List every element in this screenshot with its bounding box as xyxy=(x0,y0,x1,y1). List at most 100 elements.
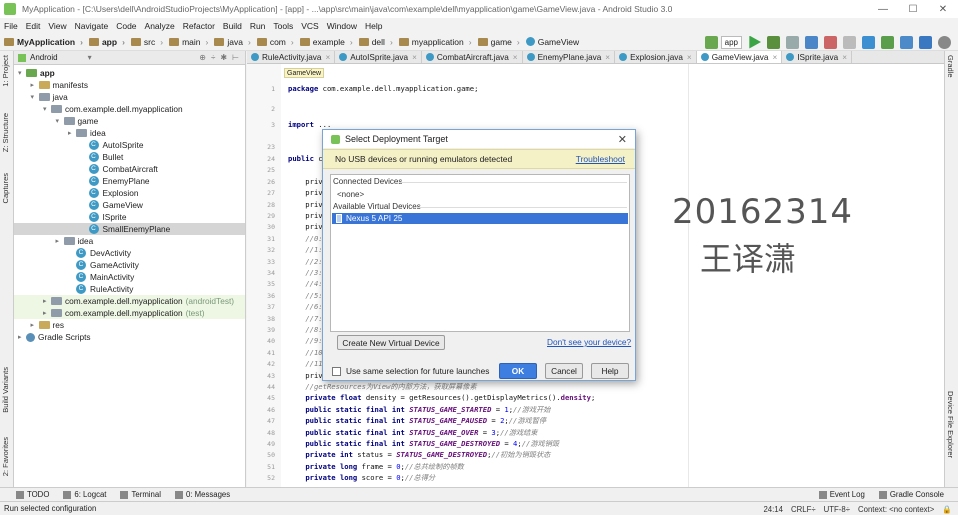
tree-item-manifests[interactable]: ▸ manifests xyxy=(31,79,247,91)
menu-item-vcs[interactable]: VCS xyxy=(301,21,318,31)
close-icon[interactable]: × xyxy=(687,53,692,62)
menu-item-help[interactable]: Help xyxy=(365,21,382,31)
close-icon[interactable]: × xyxy=(412,53,417,62)
expand-arrow-icon[interactable]: ▾ xyxy=(56,117,64,125)
tool-window-event-log[interactable]: Event Log xyxy=(818,490,865,499)
collapse-arrow-icon[interactable]: ▸ xyxy=(18,333,26,341)
expand-arrow-icon[interactable]: ▾ xyxy=(18,69,26,77)
device-file-explorer-tab[interactable]: Device File Explorer xyxy=(946,391,955,458)
tab-ruleactivity-java[interactable]: RuleActivity.java × xyxy=(247,51,336,63)
search-icon[interactable] xyxy=(938,35,951,49)
collapse-arrow-icon[interactable]: ▸ xyxy=(31,81,39,89)
file-encoding[interactable]: UTF-8÷ xyxy=(824,505,850,514)
breadcrumb-item[interactable]: dell › xyxy=(358,37,393,47)
menu-item-code[interactable]: Code xyxy=(116,21,136,31)
line-separator[interactable]: CRLF÷ xyxy=(791,505,816,514)
tree-item-ruleactivity[interactable]: C RuleActivity xyxy=(68,283,246,295)
tab-combataircraft-java[interactable]: CombatAircraft.java × xyxy=(422,51,523,63)
dont-see-device-link[interactable]: Don't see your device? xyxy=(547,337,631,347)
tab-gameview-java[interactable]: GameView.java × xyxy=(696,51,783,63)
close-window-button[interactable]: ✕ xyxy=(928,4,958,15)
breadcrumb-item[interactable]: MyApplication › xyxy=(4,37,83,47)
tree-item-res[interactable]: ▸ res xyxy=(31,319,247,331)
breadcrumb-item[interactable]: com › xyxy=(256,37,294,47)
build-hammer-icon[interactable] xyxy=(704,35,718,49)
maximize-button[interactable]: ☐ xyxy=(898,4,928,15)
tool-window-todo[interactable]: TODO xyxy=(16,490,49,499)
gear-icon[interactable]: ✱ xyxy=(220,53,227,62)
run-config-select[interactable]: app xyxy=(720,35,742,49)
tool-window-terminal[interactable]: Terminal xyxy=(120,490,161,499)
close-icon[interactable]: × xyxy=(605,53,610,62)
favorites-tool-tab[interactable]: 2: Favorites xyxy=(1,437,10,476)
menu-item-edit[interactable]: Edit xyxy=(26,21,41,31)
expand-arrow-icon[interactable]: ▾ xyxy=(31,93,39,101)
captures-tool-tab[interactable]: Captures xyxy=(1,173,10,203)
help-button[interactable]: Help xyxy=(591,363,629,379)
menu-item-navigate[interactable]: Navigate xyxy=(75,21,109,31)
project-view-select[interactable]: Android ▾ xyxy=(18,53,92,62)
tab-autoisprite-java[interactable]: AutoISprite.java × xyxy=(335,51,422,63)
caret-position[interactable]: 24:14 xyxy=(763,505,783,514)
tree-item-mainactivity[interactable]: C MainActivity xyxy=(68,271,246,283)
menu-item-window[interactable]: Window xyxy=(327,21,357,31)
structure-tool-tab[interactable]: Z: Structure xyxy=(1,113,10,152)
collapse-arrow-icon[interactable]: ▸ xyxy=(31,321,39,329)
menu-item-analyze[interactable]: Analyze xyxy=(145,21,175,31)
lock-icon[interactable]: 🔒 xyxy=(942,505,952,514)
tree-item-com-example-dell-myapplication[interactable]: ▸ com.example.dell.myapplication (android… xyxy=(14,295,245,307)
stop-icon[interactable] xyxy=(843,35,856,49)
tree-item-autoisprite[interactable]: C AutoISprite xyxy=(81,139,247,151)
avd-manager-icon[interactable] xyxy=(881,35,894,49)
breadcrumb-item[interactable]: game › xyxy=(477,37,520,47)
attach-debugger-icon[interactable] xyxy=(824,35,837,49)
tree-item-isprite[interactable]: C ISprite xyxy=(81,211,247,223)
tree-item-gameactivity[interactable]: C GameActivity xyxy=(68,259,246,271)
tab-isprite-java[interactable]: ISprite.java × xyxy=(782,51,852,63)
tree-item-idea[interactable]: ▸ idea xyxy=(68,127,246,139)
tool-window-gradle-console[interactable]: Gradle Console xyxy=(878,490,944,499)
future-launches-checkbox[interactable]: Use same selection for future launches xyxy=(332,366,489,376)
checkbox-box[interactable] xyxy=(332,366,341,376)
tree-item-com-example-dell-myapplication[interactable]: ▾ com.example.dell.myapplication xyxy=(43,103,246,115)
virtual-device-row[interactable]: Nexus 5 API 25 xyxy=(332,213,628,224)
cancel-button[interactable]: Cancel xyxy=(545,363,583,379)
breadcrumb-item[interactable]: example › xyxy=(299,37,353,47)
debug-icon[interactable] xyxy=(767,35,780,49)
collapse-all-icon[interactable]: ÷ xyxy=(211,53,215,62)
run-icon[interactable] xyxy=(749,35,761,49)
tree-item-java[interactable]: ▾ java xyxy=(31,91,247,103)
breadcrumb-item[interactable]: java › xyxy=(214,37,251,47)
tree-item-idea[interactable]: ▸ idea xyxy=(56,235,247,247)
collapse-arrow-icon[interactable]: ▸ xyxy=(68,129,76,137)
project-tool-tab[interactable]: 1: Project xyxy=(1,55,10,87)
breadcrumb-item[interactable]: app › xyxy=(88,37,125,47)
tree-item-bullet[interactable]: C Bullet xyxy=(81,151,247,163)
tree-item-app[interactable]: ▾ app xyxy=(18,67,246,79)
menu-item-run[interactable]: Run xyxy=(250,21,266,31)
minimize-button[interactable]: — xyxy=(868,4,898,15)
tree-item-combataircraft[interactable]: C CombatAircraft xyxy=(81,163,247,175)
apply-changes-icon[interactable] xyxy=(805,35,818,49)
breadcrumb-item[interactable]: main › xyxy=(169,37,208,47)
menu-item-file[interactable]: File xyxy=(4,21,18,31)
tree-item-com-example-dell-myapplication[interactable]: ▸ com.example.dell.myapplication (test) xyxy=(14,307,245,319)
gradle-tool-tab[interactable]: Gradle xyxy=(946,55,955,78)
close-icon[interactable]: × xyxy=(842,53,847,62)
menu-item-build[interactable]: Build xyxy=(223,21,242,31)
close-icon[interactable]: × xyxy=(325,53,330,62)
collapse-arrow-icon[interactable]: ▸ xyxy=(43,297,51,305)
hide-panel-icon[interactable]: ⊢ xyxy=(232,53,239,62)
tree-item-gameview[interactable]: C GameView xyxy=(81,199,247,211)
menu-item-tools[interactable]: Tools xyxy=(273,21,293,31)
create-virtual-device-button[interactable]: Create New Virtual Device xyxy=(337,335,445,350)
expand-arrow-icon[interactable]: ▾ xyxy=(43,105,51,113)
menu-item-refactor[interactable]: Refactor xyxy=(183,21,215,31)
close-icon[interactable]: × xyxy=(513,53,518,62)
breadcrumb-item[interactable]: GameView xyxy=(525,37,579,47)
sync-scroll-icon[interactable]: ⊕ xyxy=(199,53,206,62)
context-indicator[interactable]: Context: <no context> xyxy=(858,505,934,514)
tree-item-explosion[interactable]: C Explosion xyxy=(81,187,247,199)
breadcrumb-item[interactable]: src › xyxy=(130,37,163,47)
close-icon[interactable]: ✕ xyxy=(618,133,627,146)
